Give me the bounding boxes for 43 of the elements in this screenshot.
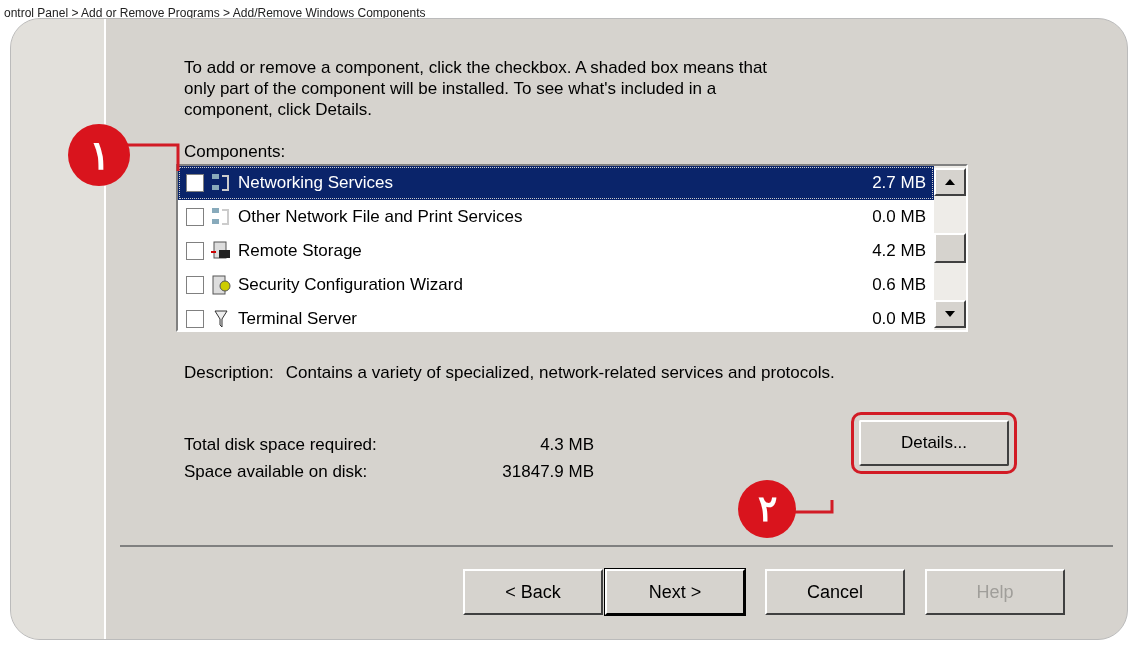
- scroll-down-button[interactable]: [934, 300, 966, 328]
- component-row[interactable]: Networking Services 2.7 MB: [178, 166, 934, 200]
- component-row[interactable]: Terminal Server 0.0 MB: [178, 302, 934, 330]
- checkbox[interactable]: [186, 174, 204, 192]
- wizard-button[interactable]: < Back: [463, 569, 603, 615]
- wizard-button[interactable]: Cancel: [765, 569, 905, 615]
- network-icon: [210, 206, 232, 228]
- scroll-up-button[interactable]: [934, 168, 966, 196]
- disk-label: Total disk space required:: [184, 433, 378, 456]
- wizard-button[interactable]: Next >: [605, 569, 745, 615]
- breadcrumb: ontrol Panel > Add or Remove Programs > Add/Remove Windows Components: [3, 7, 426, 20]
- component-name: Terminal Server: [238, 308, 359, 330]
- disk-value: 31847.9 MB: [501, 461, 594, 483]
- scroll-thumb[interactable]: [934, 233, 966, 263]
- component-size: 4.2 MB: [872, 240, 926, 263]
- checkbox[interactable]: [186, 310, 204, 328]
- components-list[interactable]: Networking Services 2.7 MB Other Network File and Print Services 0.0 MB Remote Storage 4.2 MB Security Configuration Wizard 0.6 MB Terminal Server 0.0 MB: [176, 164, 968, 332]
- scrollbar[interactable]: [934, 166, 966, 330]
- component-size: 0.0 MB: [872, 308, 926, 330]
- components-label: Components:: [184, 142, 287, 162]
- component-name: Other Network File and Print Services: [238, 206, 524, 229]
- down-arrow-icon: [945, 311, 955, 317]
- component-row[interactable]: Security Configuration Wizard 0.6 MB: [178, 268, 934, 302]
- network-icon: [210, 172, 232, 194]
- component-name: Remote Storage: [238, 240, 363, 263]
- component-size: 0.6 MB: [872, 274, 926, 297]
- description-text: Contains a variety of specialized, network-related services and protocols.: [285, 362, 835, 384]
- storage-icon: [210, 240, 232, 262]
- checkbox[interactable]: [186, 242, 204, 260]
- description-label: Description:: [184, 362, 274, 384]
- component-name: Networking Services: [238, 172, 394, 195]
- checkbox[interactable]: [186, 276, 204, 294]
- disk-value: 4.3 MB: [539, 433, 594, 456]
- server-icon: [210, 274, 232, 296]
- component-name: Security Configuration Wizard: [238, 274, 464, 297]
- instructions-text: To add or remove a component, click the checkbox. A shaded box means that only part of the component will be installed. To see what's included in a component, click Details.: [184, 57, 769, 120]
- checkbox[interactable]: [186, 208, 204, 226]
- up-arrow-icon: [945, 179, 955, 185]
- component-size: 0.0 MB: [872, 206, 926, 229]
- component-row[interactable]: Other Network File and Print Services 0.0 MB: [178, 200, 934, 234]
- component-row[interactable]: Remote Storage 4.2 MB: [178, 234, 934, 268]
- disk-label: Space available on disk:: [184, 461, 369, 483]
- component-size: 2.7 MB: [872, 172, 926, 195]
